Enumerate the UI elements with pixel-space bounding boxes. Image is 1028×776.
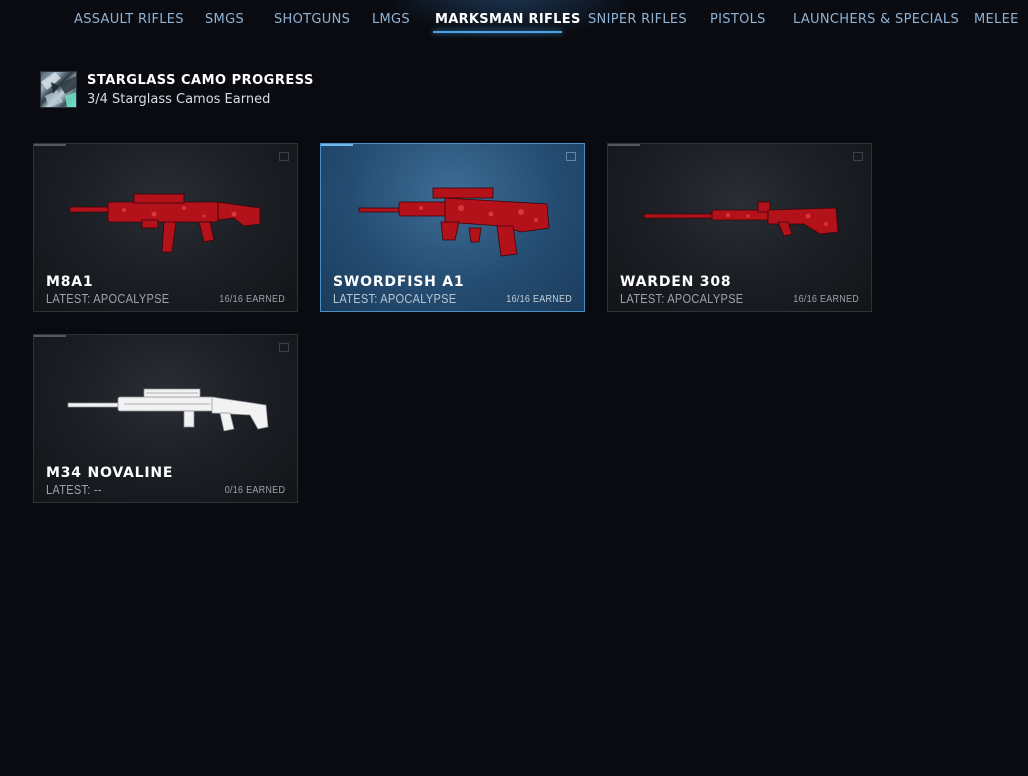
camos-earned: 16/16 EARNED: [793, 294, 859, 305]
active-tab-underline: [433, 31, 562, 33]
progress-title: STARGLASS CAMO PROGRESS: [87, 73, 314, 88]
m8a1-rifle-icon: [69, 193, 261, 253]
camo-progress-screen: ASSAULT RIFLES SMGS SHOTGUNS LMGS MARKSM…: [0, 0, 1028, 776]
camos-earned: 16/16 EARNED: [219, 294, 285, 305]
latest-camo: LATEST: APOCALYPSE: [333, 291, 457, 306]
card-notch: [321, 144, 353, 146]
tab-shotguns[interactable]: SHOTGUNS: [274, 12, 350, 27]
camos-earned: 0/16 EARNED: [224, 485, 285, 496]
card-notch: [34, 144, 66, 146]
tab-marksman-rifles[interactable]: MARKSMAN RIFLES: [435, 12, 581, 27]
card-corner-icon: [279, 152, 289, 161]
card-corner-icon: [279, 343, 289, 352]
weapon-name: M34 NOVALINE: [46, 465, 174, 481]
tab-assault-rifles[interactable]: ASSAULT RIFLES: [74, 12, 184, 27]
weapon-card-warden-308[interactable]: WARDEN 308 LATEST: APOCALYPSE 16/16 EARN…: [607, 143, 872, 312]
weapon-card-m34-novaline[interactable]: M34 NOVALINE LATEST: -- 0/16 EARNED: [33, 334, 298, 503]
camos-earned: 16/16 EARNED: [506, 294, 572, 305]
latest-camo: LATEST: APOCALYPSE: [46, 291, 170, 306]
tab-lmgs[interactable]: LMGS: [372, 12, 410, 27]
latest-camo: LATEST: APOCALYPSE: [620, 291, 744, 306]
tab-sniper-rifles[interactable]: SNIPER RIFLES: [588, 12, 687, 27]
progress-count: 3/4 Starglass Camos Earned: [87, 92, 271, 107]
m34-novaline-rifle-icon: [67, 388, 269, 432]
card-notch: [608, 144, 640, 146]
weapon-card-swordfish-a1[interactable]: SWORDFISH A1 LATEST: APOCALYPSE 16/16 EA…: [320, 143, 585, 312]
tab-melee[interactable]: MELEE: [974, 12, 1019, 27]
latest-camo: LATEST: --: [46, 482, 102, 497]
tab-launchers-specials[interactable]: LAUNCHERS & SPECIALS: [793, 12, 959, 27]
card-notch: [34, 335, 66, 337]
tab-pistols[interactable]: PISTOLS: [710, 12, 766, 27]
warden-308-rifle-icon: [643, 201, 839, 237]
weapon-name: SWORDFISH A1: [333, 274, 465, 290]
weapon-name: WARDEN 308: [620, 274, 732, 290]
weapon-category-tabs: ASSAULT RIFLES SMGS SHOTGUNS LMGS MARKSM…: [0, 0, 1028, 40]
starglass-camo-icon: [40, 71, 77, 108]
swordfish-a1-rifle-icon: [358, 187, 550, 257]
weapon-name: M8A1: [46, 274, 94, 290]
card-corner-icon: [853, 152, 863, 161]
weapon-card-m8a1[interactable]: M8A1 LATEST: APOCALYPSE 16/16 EARNED: [33, 143, 298, 312]
tab-smgs[interactable]: SMGS: [205, 12, 244, 27]
card-corner-icon: [566, 152, 576, 161]
